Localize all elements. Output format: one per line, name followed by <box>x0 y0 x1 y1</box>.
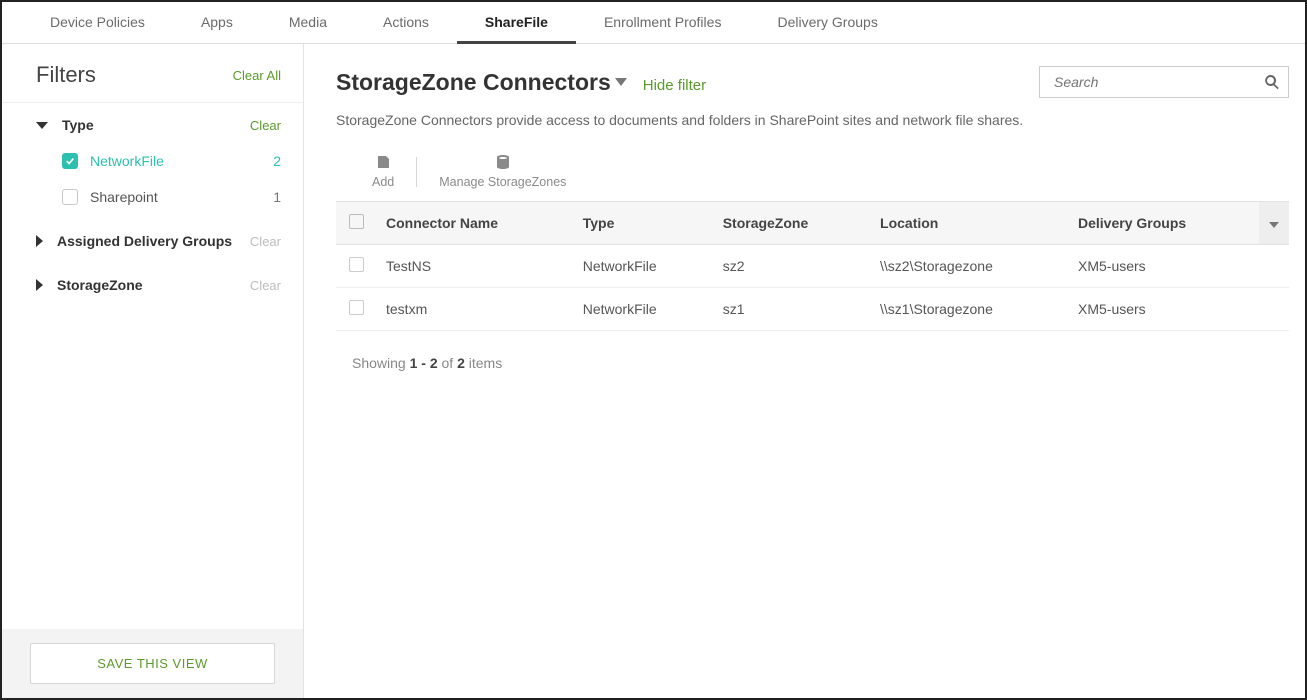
connectors-table: Connector Name Type StorageZone Location… <box>336 201 1289 331</box>
cell-zone: sz2 <box>713 244 870 287</box>
clear-storagezone-button: Clear <box>250 278 281 293</box>
page-title[interactable]: StorageZone Connectors <box>336 69 627 96</box>
cell-zone: sz1 <box>713 287 870 330</box>
main-panel: StorageZone Connectors Hide filter Stora… <box>304 44 1305 698</box>
cell-type: NetworkFile <box>573 287 713 330</box>
filters-sidebar: Filters Clear All Type Clear <box>2 44 304 698</box>
column-menu[interactable] <box>1259 201 1289 244</box>
column-type[interactable]: Type <box>573 201 713 244</box>
filter-item-networkfile[interactable]: NetworkFile 2 <box>36 143 281 179</box>
tab-delivery-groups[interactable]: Delivery Groups <box>749 2 905 43</box>
page-description: StorageZone Connectors provide access to… <box>336 112 1289 128</box>
search-icon <box>1264 74 1280 90</box>
chevron-down-icon <box>1269 222 1279 228</box>
filter-item-label: Sharepoint <box>90 189 158 205</box>
cell-name: TestNS <box>376 244 573 287</box>
search-box[interactable] <box>1039 66 1289 98</box>
clear-assigned-button: Clear <box>250 234 281 249</box>
manage-storagezones-button[interactable]: Manage StorageZones <box>439 154 566 191</box>
tab-device-policies[interactable]: Device Policies <box>22 2 173 43</box>
filters-title: Filters <box>36 62 96 88</box>
filter-item-count: 2 <box>273 153 281 169</box>
column-location[interactable]: Location <box>870 201 1068 244</box>
toolbar: Add Manage StorageZones <box>336 154 1289 191</box>
top-tabs: Device Policies Apps Media Actions Share… <box>2 2 1305 44</box>
cell-location: \\sz2\Storagezone <box>870 244 1068 287</box>
chevron-right-icon <box>36 235 43 247</box>
filter-group-toggle[interactable]: Type <box>36 117 94 133</box>
filter-group-toggle[interactable]: Assigned Delivery Groups <box>36 233 232 249</box>
filter-item-count: 1 <box>273 189 281 205</box>
save-view-button[interactable]: SAVE THIS VIEW <box>30 643 275 684</box>
checkbox-icon <box>62 189 78 205</box>
checkbox-icon[interactable] <box>349 300 364 315</box>
clear-type-button[interactable]: Clear <box>250 118 281 133</box>
filter-group-assigned-delivery: Assigned Delivery Groups Clear <box>2 219 303 263</box>
add-button[interactable]: Add <box>372 154 394 191</box>
tab-enrollment-profiles[interactable]: Enrollment Profiles <box>576 2 750 43</box>
filter-group-label: Assigned Delivery Groups <box>57 233 232 249</box>
hide-filter-button[interactable]: Hide filter <box>643 77 706 94</box>
pager: Showing 1 - 2 of 2 items <box>352 355 1289 371</box>
filter-group-label: Type <box>62 117 94 133</box>
column-delivery-groups[interactable]: Delivery Groups <box>1068 201 1259 244</box>
tab-apps[interactable]: Apps <box>173 2 261 43</box>
checkbox-icon[interactable] <box>349 257 364 272</box>
cell-groups: XM5-users <box>1068 287 1259 330</box>
clear-all-button[interactable]: Clear All <box>233 68 281 83</box>
column-storagezone[interactable]: StorageZone <box>713 201 870 244</box>
add-icon <box>375 154 391 170</box>
chevron-right-icon <box>36 279 43 291</box>
checkbox-icon <box>62 153 78 169</box>
tab-sharefile[interactable]: ShareFile <box>457 2 576 43</box>
table-row[interactable]: TestNS NetworkFile sz2 \\sz2\Storagezone… <box>336 244 1289 287</box>
filter-item-label: NetworkFile <box>90 153 164 169</box>
column-checkbox[interactable] <box>336 201 376 244</box>
cell-groups: XM5-users <box>1068 244 1259 287</box>
tab-actions[interactable]: Actions <box>355 2 457 43</box>
cell-location: \\sz1\Storagezone <box>870 287 1068 330</box>
toolbar-separator <box>416 157 417 187</box>
checkbox-icon <box>349 214 364 229</box>
tab-media[interactable]: Media <box>261 2 355 43</box>
chevron-down-icon <box>36 122 48 129</box>
filter-group-storagezone: StorageZone Clear <box>2 263 303 307</box>
filter-item-sharepoint[interactable]: Sharepoint 1 <box>36 179 281 215</box>
cell-name: testxm <box>376 287 573 330</box>
filter-group-label: StorageZone <box>57 277 143 293</box>
column-connector-name[interactable]: Connector Name <box>376 201 573 244</box>
search-input[interactable] <box>1052 73 1264 91</box>
filter-group-type: Type Clear NetworkFile 2 <box>2 103 303 219</box>
cell-type: NetworkFile <box>573 244 713 287</box>
database-icon <box>495 154 511 170</box>
chevron-down-icon <box>615 78 627 86</box>
table-row[interactable]: testxm NetworkFile sz1 \\sz1\Storagezone… <box>336 287 1289 330</box>
filter-group-toggle[interactable]: StorageZone <box>36 277 143 293</box>
